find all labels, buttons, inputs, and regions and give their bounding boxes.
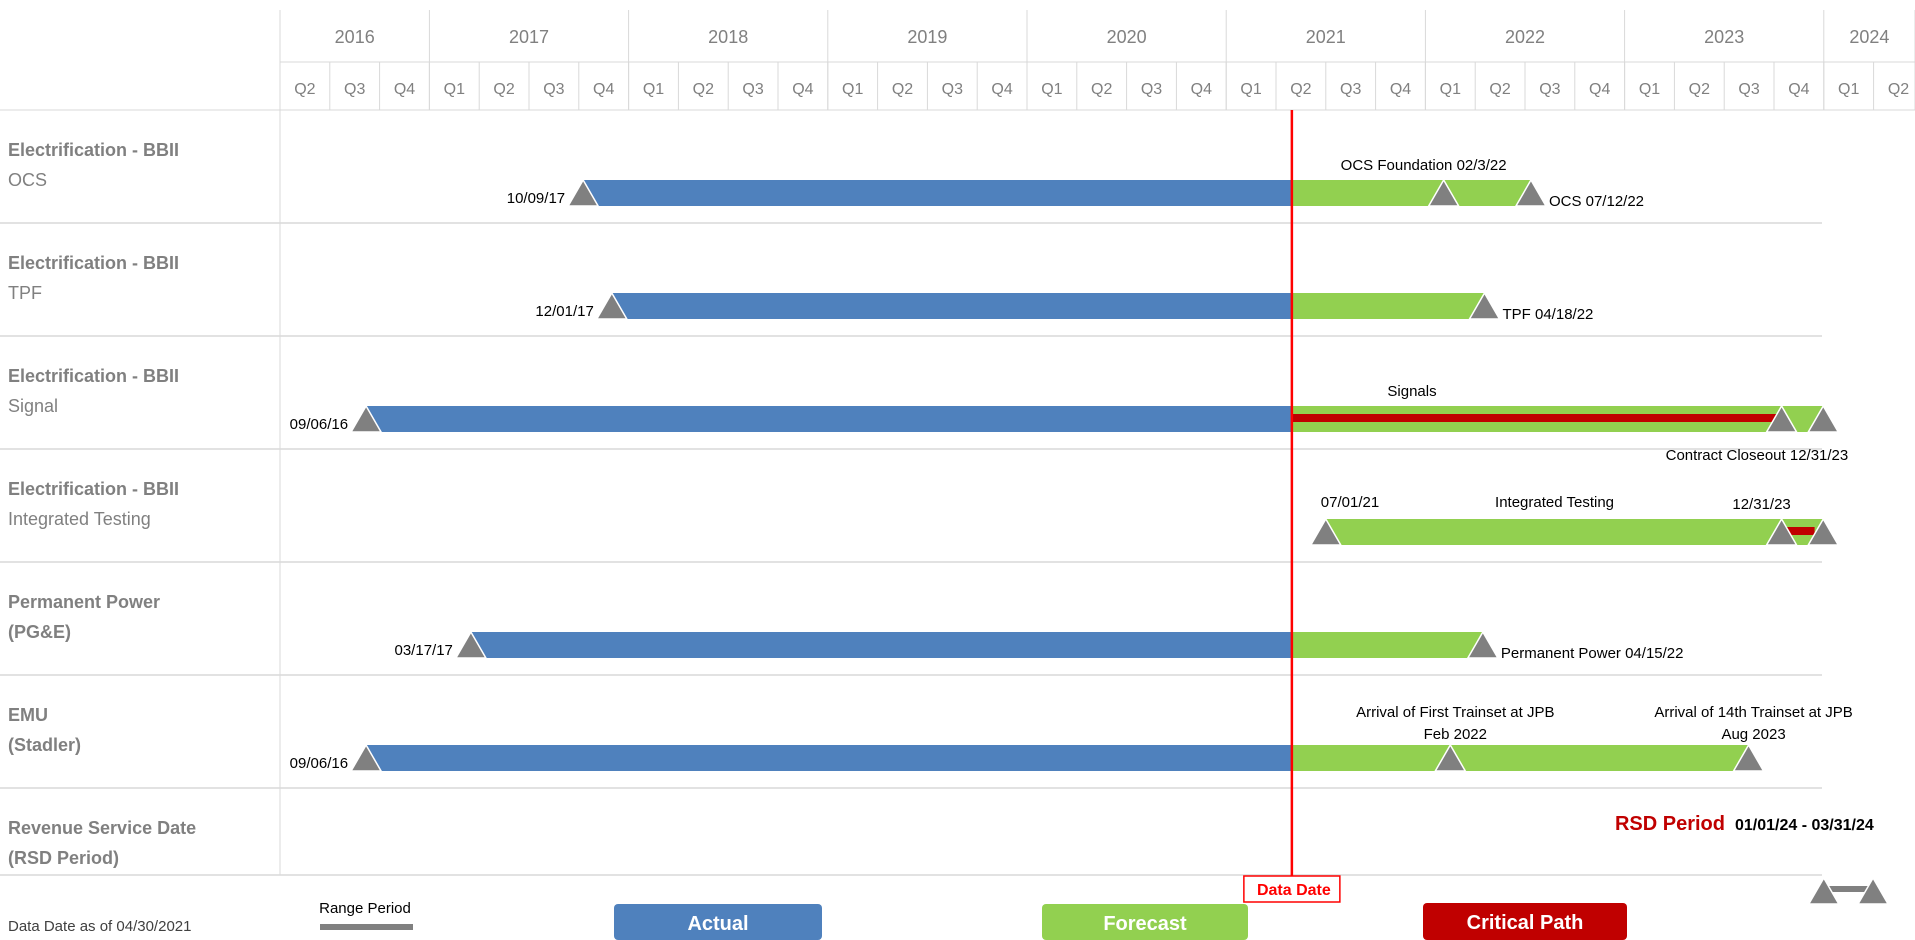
- quarter-label: Q3: [742, 81, 763, 98]
- quarter-label: Q3: [1340, 81, 1361, 98]
- quarter-label: Q1: [643, 81, 664, 98]
- quarter-label: Q1: [444, 81, 465, 98]
- year-label: 2024: [1849, 27, 1889, 47]
- row-subtitle: (PG&E): [8, 622, 71, 642]
- year-label: 2022: [1505, 27, 1545, 47]
- year-label: 2020: [1107, 27, 1147, 47]
- milestone-sublabel: Aug 2023: [1721, 726, 1785, 743]
- milestone-label: Contract Closeout 12/31/23: [1666, 447, 1849, 464]
- row-title: Permanent Power: [8, 592, 160, 612]
- milestone-label: OCS Foundation 02/3/22: [1341, 157, 1507, 174]
- row-title: EMU: [8, 705, 48, 725]
- actual-bar: [611, 293, 1292, 319]
- row-title: Electrification - BBII: [8, 366, 179, 386]
- milestone-label: 03/17/17: [395, 642, 453, 659]
- quarter-label: Q2: [1290, 81, 1311, 98]
- quarter-label: Q2: [1489, 81, 1510, 98]
- legend-forecast-label: Forecast: [1103, 913, 1187, 935]
- year-label: 2023: [1704, 27, 1744, 47]
- milestone-label: Permanent Power 04/15/22: [1501, 645, 1684, 662]
- milestone-label: Arrival of First Trainset at JPB: [1356, 704, 1554, 721]
- milestone-label: 12/01/17: [535, 303, 593, 320]
- row-subtitle: TPF: [8, 283, 42, 303]
- rsd-period-label: RSD Period: [1615, 813, 1725, 835]
- bar-label: Integrated Testing: [1495, 494, 1614, 511]
- quarter-label: Q3: [1141, 81, 1162, 98]
- quarter-label: Q1: [1041, 81, 1062, 98]
- quarter-label: Q2: [1689, 81, 1710, 98]
- forecast-bar: [1291, 180, 1531, 206]
- row-title: Electrification - BBII: [8, 479, 179, 499]
- quarter-label: Q1: [842, 81, 863, 98]
- quarter-label: Q1: [1838, 81, 1859, 98]
- row-subtitle: Signal: [8, 396, 58, 416]
- quarter-label: Q3: [344, 81, 365, 98]
- quarter-label: Q4: [1191, 81, 1212, 98]
- quarter-label: Q4: [394, 81, 415, 98]
- milestone-label: TPF 04/18/22: [1503, 306, 1594, 323]
- milestone-label: OCS 07/12/22: [1549, 193, 1644, 210]
- row-title: Revenue Service Date: [8, 818, 196, 838]
- row-subtitle: Integrated Testing: [8, 509, 151, 529]
- year-label: 2016: [335, 27, 375, 47]
- quarter-label: Q2: [693, 81, 714, 98]
- gantt-chart: 2016 2017 2018 2019 2020 2021 2022 2023 2024 Q2 Q3…: [0, 10, 1915, 940]
- quarter-label: Q4: [991, 81, 1012, 98]
- quarter-label: Q3: [942, 81, 963, 98]
- milestone-label: 12/31/23: [1732, 496, 1790, 513]
- quarter-label: Q4: [1589, 81, 1610, 98]
- quarter-label: Q4: [792, 81, 813, 98]
- milestone-sublabel: Feb 2022: [1424, 726, 1487, 743]
- forecast-bar: [1291, 293, 1485, 319]
- row-title: Electrification - BBII: [8, 140, 179, 160]
- legend-actual-label: Actual: [687, 913, 748, 935]
- quarter-label: Q4: [593, 81, 614, 98]
- quarter-label: Q2: [1091, 81, 1112, 98]
- milestone-label: 10/09/17: [507, 190, 565, 207]
- quarter-label: Q3: [543, 81, 564, 98]
- milestone-label: 09/06/16: [290, 755, 348, 772]
- row-subtitle: OCS: [8, 170, 47, 190]
- actual-bar: [470, 632, 1292, 658]
- forecast-bar: [1325, 519, 1824, 545]
- bar-label: Signals: [1387, 383, 1436, 400]
- row-subtitle: (Stadler): [8, 735, 81, 755]
- critical-path-bar: [1291, 414, 1782, 422]
- forecast-bar: [1291, 632, 1483, 658]
- legend-range-label: Range Period: [319, 900, 411, 917]
- quarter-label: Q2: [892, 81, 913, 98]
- year-label: 2017: [509, 27, 549, 47]
- quarter-label: Q2: [493, 81, 514, 98]
- quarter-label: Q2: [294, 81, 315, 98]
- data-date-label: Data Date: [1257, 882, 1331, 899]
- actual-bar: [583, 180, 1292, 206]
- quarter-label: Q1: [1440, 81, 1461, 98]
- actual-bar: [366, 406, 1292, 432]
- quarter-label: Q3: [1738, 81, 1759, 98]
- actual-bar: [366, 745, 1292, 771]
- year-label: 2021: [1306, 27, 1346, 47]
- year-label: 2018: [708, 27, 748, 47]
- quarter-label: Q4: [1390, 81, 1411, 98]
- year-label: 2019: [907, 27, 947, 47]
- row-title: Electrification - BBII: [8, 253, 179, 273]
- quarter-label: Q4: [1788, 81, 1809, 98]
- milestone-label: 09/06/16: [290, 416, 348, 433]
- legend-critical-label: Critical Path: [1467, 912, 1584, 934]
- quarter-label: Q3: [1539, 81, 1560, 98]
- quarter-label: Q2: [1888, 81, 1909, 98]
- rsd-range-label: 01/01/24 - 03/31/24: [1735, 817, 1874, 834]
- legend-range-swatch: [320, 924, 413, 930]
- footnote-data-date: Data Date as of 04/30/2021: [8, 918, 191, 935]
- milestone-label: Arrival of 14th Trainset at JPB: [1654, 704, 1852, 721]
- forecast-bar: [1291, 745, 1749, 771]
- quarter-label: Q1: [1639, 81, 1660, 98]
- milestone-label: 07/01/21: [1321, 494, 1379, 511]
- row-subtitle: (RSD Period): [8, 848, 119, 868]
- quarter-label: Q1: [1240, 81, 1261, 98]
